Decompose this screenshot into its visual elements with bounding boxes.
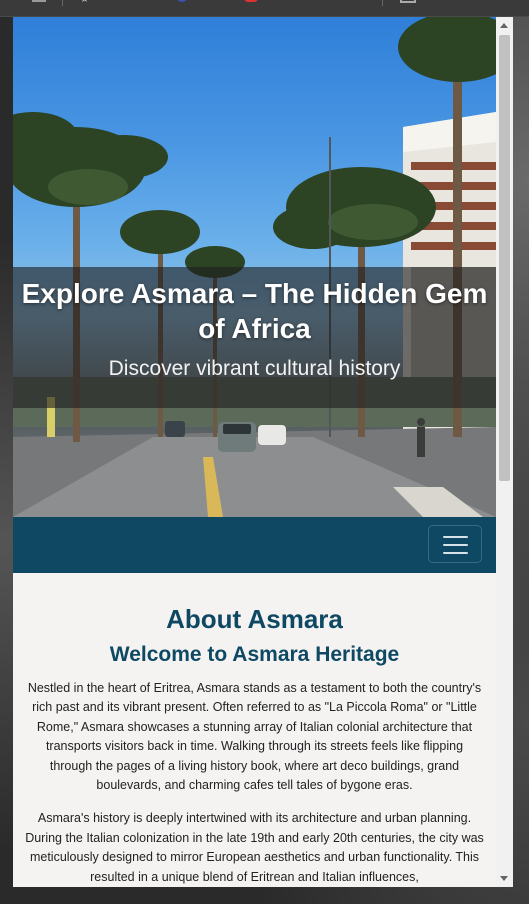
about-section: About Asmara Welcome to Asmara Heritage … xyxy=(13,573,496,887)
hamburger-icon xyxy=(443,544,468,546)
about-heading: About Asmara xyxy=(166,604,343,634)
hamburger-icon xyxy=(443,536,468,538)
hero-section: Explore Asmara – The Hidden Gem of Afric… xyxy=(13,17,496,517)
star-icon[interactable]: ★ xyxy=(80,0,92,5)
scroll-up-icon[interactable] xyxy=(500,23,508,28)
extension-red-icon[interactable] xyxy=(244,0,258,2)
toolbar-separator xyxy=(62,0,63,6)
hero-subtitle: Discover vibrant cultural history xyxy=(108,357,401,380)
window-icon[interactable] xyxy=(400,0,416,3)
hamburger-icon xyxy=(443,552,468,554)
browser-toolbar: ★ xyxy=(0,0,529,17)
browser-viewport: Explore Asmara – The Hidden Gem of Afric… xyxy=(13,17,496,887)
hero-title: Explore Asmara – The Hidden Gem of Afric… xyxy=(21,278,488,344)
about-paragraph: Nestled in the heart of Eritrea, Asmara … xyxy=(27,681,482,793)
extension-icon[interactable] xyxy=(176,0,188,2)
about-paragraph: Asmara's history is deeply intertwined w… xyxy=(25,811,484,884)
scroll-down-icon[interactable] xyxy=(500,876,508,881)
navbar-toggle-button[interactable] xyxy=(428,525,482,563)
scrollbar-thumb[interactable] xyxy=(499,35,510,481)
navbar xyxy=(13,517,496,573)
welcome-subheading: Welcome to Asmara Heritage xyxy=(109,643,400,666)
page-scrollbar[interactable] xyxy=(496,17,513,887)
apps-icon[interactable] xyxy=(32,0,46,2)
toolbar-separator xyxy=(382,0,383,6)
